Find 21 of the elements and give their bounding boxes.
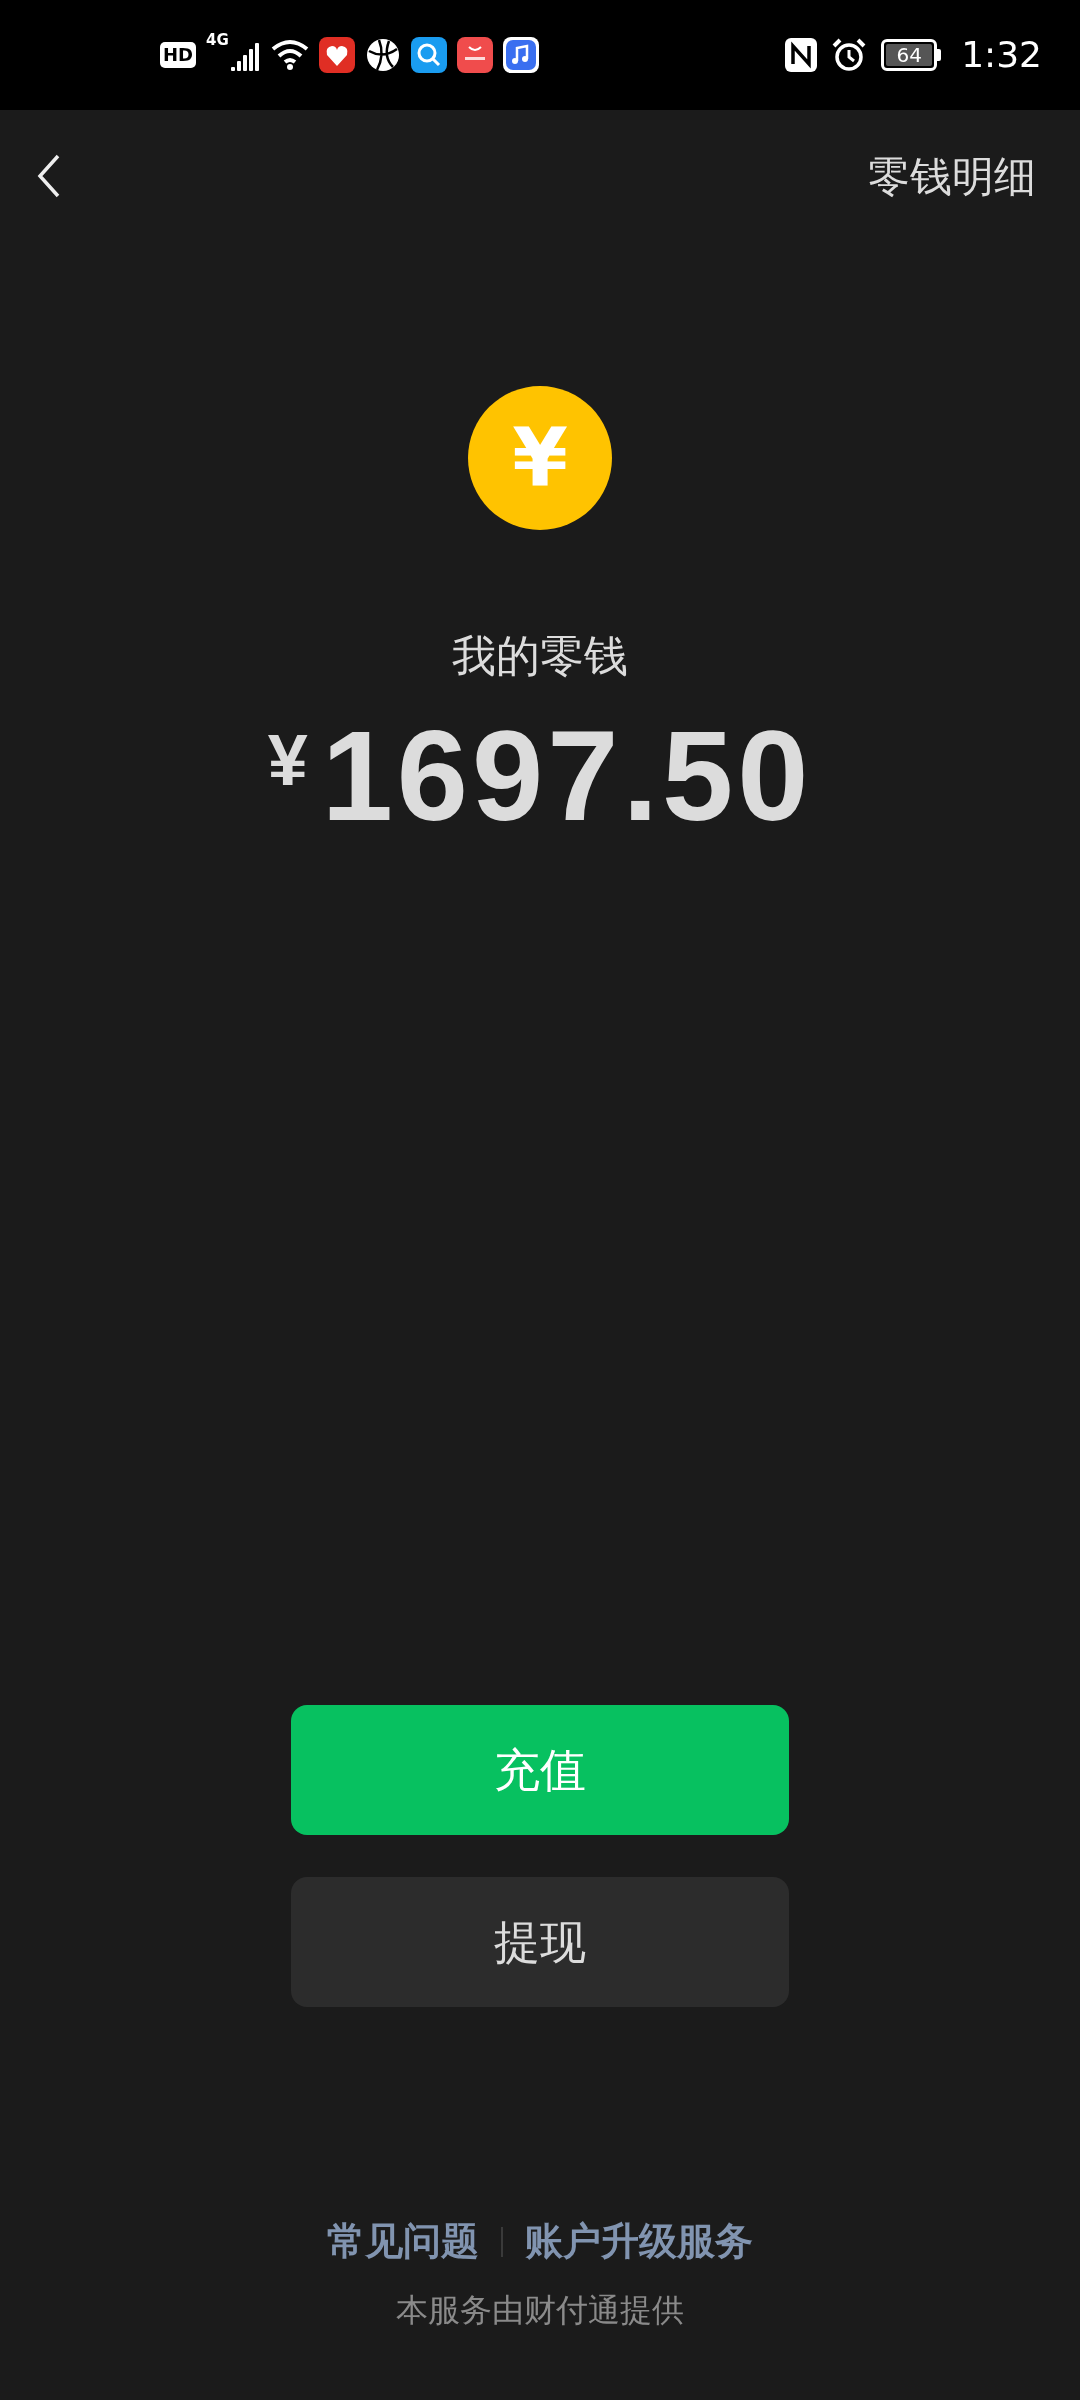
hd-indicator: HD xyxy=(160,42,196,68)
alarm-icon xyxy=(831,37,868,73)
account-upgrade-link[interactable]: 账户升级服务 xyxy=(525,2213,753,2270)
currency-symbol: ¥ xyxy=(267,724,308,796)
nfc-icon xyxy=(785,38,818,72)
search-app-icon xyxy=(410,37,447,73)
network-type: 4G xyxy=(206,30,229,51)
battery-indicator: 64 xyxy=(881,39,942,71)
yuan-coin-icon: ¥ xyxy=(468,386,612,530)
music-app-icon xyxy=(502,37,539,73)
balance-amount: 1697.50 xyxy=(321,712,813,840)
withdraw-button[interactable]: 提现 xyxy=(291,1877,789,2007)
balance-label: 我的零钱 xyxy=(452,634,628,678)
provider-note: 本服务由财付通提供 xyxy=(395,2290,685,2331)
globe-icon xyxy=(364,37,401,73)
transaction-details-link[interactable]: 零钱明细 xyxy=(868,144,1036,208)
clock-time: 1:32 xyxy=(961,33,1042,77)
wifi-icon xyxy=(270,39,309,71)
faq-link[interactable]: 常见问题 xyxy=(327,2213,479,2270)
back-icon xyxy=(36,153,62,199)
heart-app-icon xyxy=(318,37,355,73)
